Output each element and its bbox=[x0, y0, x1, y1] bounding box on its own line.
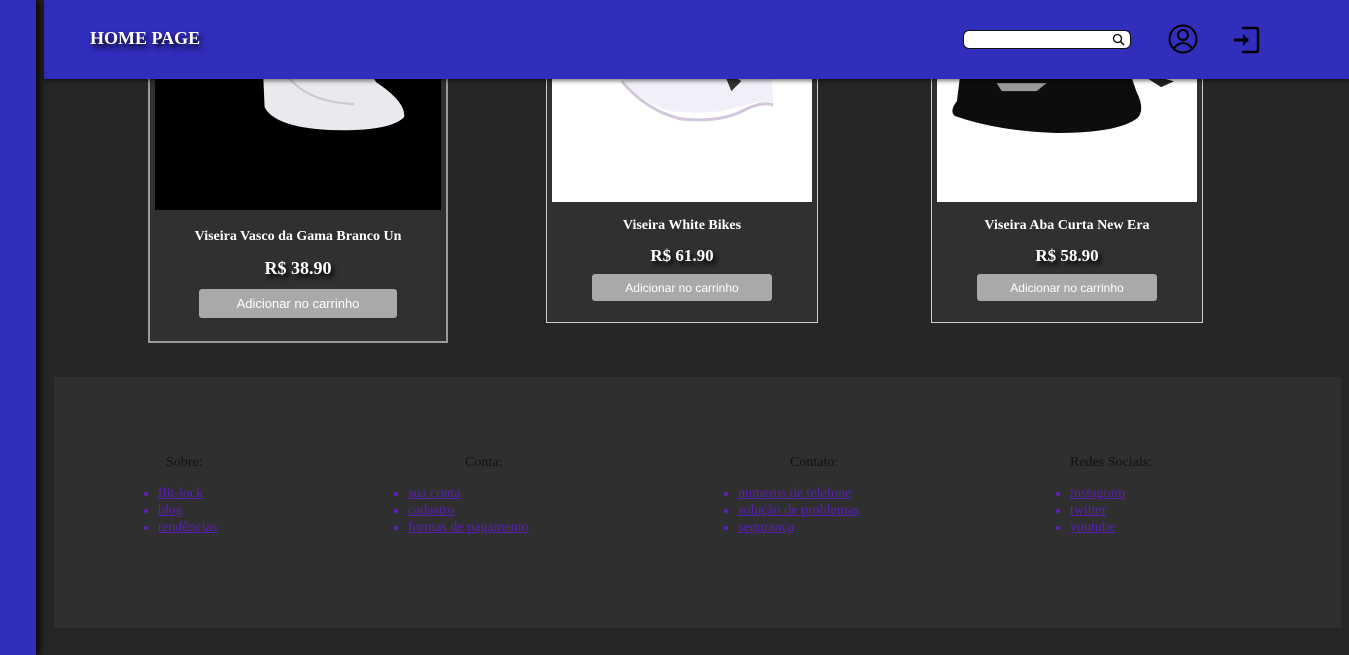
footer-link[interactable]: tendências bbox=[158, 520, 217, 535]
list-item: twitter bbox=[1070, 502, 1125, 519]
product-name[interactable]: Viseira Vasco da Gama Branco Un bbox=[150, 229, 446, 245]
product-price: R$ 58.90 bbox=[1035, 246, 1099, 265]
add-to-cart-button[interactable]: Adicionar no carrinho bbox=[592, 274, 772, 301]
product-card: Viseira White Bikes R$ 61.90 Adicionar n… bbox=[546, 60, 818, 323]
footer-column-title: Redes Sociais: bbox=[1070, 455, 1153, 470]
product-card: Viseira Vasco da Gama Branco Un R$ 38.90… bbox=[148, 60, 448, 343]
footer-link[interactable]: sua conta bbox=[408, 486, 460, 501]
list-item: sua conta bbox=[408, 485, 529, 502]
footer-link[interactable]: youtube bbox=[1070, 520, 1115, 535]
list-item: cadastro bbox=[408, 502, 529, 519]
list-item: instagram bbox=[1070, 485, 1125, 502]
search-icon[interactable] bbox=[1112, 33, 1125, 46]
site-footer: Sobre: flit-lock blog tendências Conta: … bbox=[54, 377, 1341, 628]
login-icon[interactable] bbox=[1232, 25, 1260, 55]
footer-links: instagram twitter youtube bbox=[1052, 485, 1125, 536]
footer-link[interactable]: twitter bbox=[1070, 503, 1107, 518]
footer-link[interactable]: segurança bbox=[738, 520, 794, 535]
footer-link[interactable]: cadastro bbox=[408, 503, 455, 518]
footer-link[interactable]: instagram bbox=[1070, 486, 1125, 501]
left-sidebar bbox=[0, 0, 36, 655]
cap-image bbox=[952, 61, 1175, 133]
footer-link[interactable]: flit-lock bbox=[158, 486, 203, 501]
product-name[interactable]: Viseira Aba Curta New Era bbox=[932, 218, 1202, 234]
add-to-cart-button[interactable]: Adicionar no carrinho bbox=[977, 274, 1157, 301]
product-image[interactable] bbox=[552, 61, 812, 202]
product-name[interactable]: Viseira White Bikes bbox=[547, 218, 817, 234]
list-item: segurança bbox=[738, 519, 859, 536]
footer-column-title: Sobre: bbox=[166, 455, 203, 470]
footer-links: numeros de telefone solução de problemas… bbox=[720, 485, 859, 536]
product-card: Viseira Aba Curta New Era R$ 58.90 Adici… bbox=[931, 60, 1203, 323]
footer-link[interactable]: solução de problemas bbox=[738, 503, 859, 518]
list-item: numeros de telefone bbox=[738, 485, 859, 502]
footer-link[interactable]: blog bbox=[158, 503, 183, 518]
footer-column-title: Conta: bbox=[465, 455, 503, 470]
product-price: R$ 38.90 bbox=[264, 258, 332, 278]
product-image[interactable] bbox=[937, 61, 1197, 202]
search-input[interactable] bbox=[963, 30, 1131, 49]
user-circle-icon[interactable] bbox=[1168, 24, 1198, 54]
footer-link[interactable]: numeros de telefone bbox=[738, 486, 852, 501]
home-page-title[interactable]: HOME PAGE bbox=[90, 28, 200, 49]
list-item: solução de problemas bbox=[738, 502, 859, 519]
footer-link[interactable]: formas de pagamento bbox=[408, 520, 529, 535]
list-item: flit-lock bbox=[158, 485, 217, 502]
footer-links: sua conta cadastro formas de pagamento bbox=[390, 485, 529, 536]
product-image[interactable] bbox=[155, 62, 441, 210]
cap-image bbox=[262, 62, 405, 131]
footer-column-title: Contato: bbox=[790, 455, 839, 470]
product-price: R$ 61.90 bbox=[650, 246, 714, 265]
list-item: tendências bbox=[158, 519, 217, 536]
top-header: HOME PAGE bbox=[44, 0, 1349, 79]
list-item: blog bbox=[158, 502, 217, 519]
add-to-cart-button[interactable]: Adicionar no carrinho bbox=[199, 289, 397, 318]
footer-links: flit-lock blog tendências bbox=[140, 485, 217, 536]
list-item: youtube bbox=[1070, 519, 1125, 536]
list-item: formas de pagamento bbox=[408, 519, 529, 536]
cap-image bbox=[611, 61, 774, 122]
